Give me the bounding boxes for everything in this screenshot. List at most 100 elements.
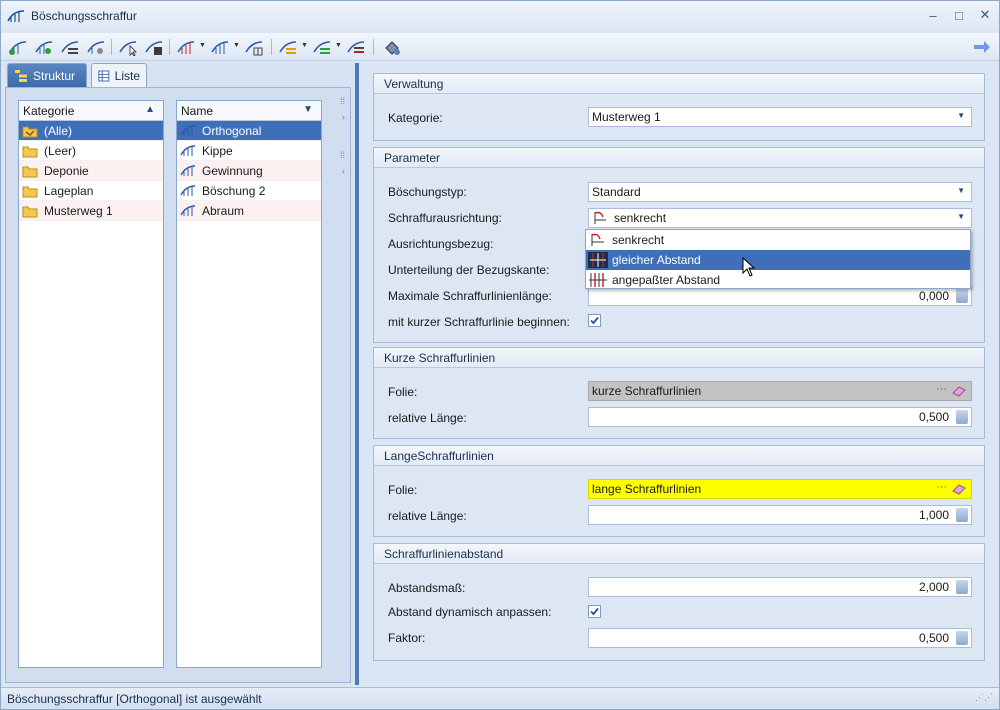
list-panel-body: Kategorie ▲ (Alle) (Leer) Deponie Lagepl… xyxy=(5,87,351,683)
arrow-right-icon[interactable] xyxy=(971,37,993,57)
group-lange-title: LangeSchraffurlinien xyxy=(374,446,984,466)
tab-liste[interactable]: Liste xyxy=(91,63,147,87)
group-abstand: Schraffurlinienabstand Abstandsmaß: 2,00… xyxy=(373,543,985,661)
lange-laenge-label: relative Länge: xyxy=(388,509,467,523)
calculator-icon[interactable] xyxy=(956,631,968,645)
chevron-down-icon[interactable]: ▼ xyxy=(957,111,965,120)
dropdown-arrow-icon[interactable]: ▼ xyxy=(301,42,308,49)
maxlaenge-value: 0,000 xyxy=(918,289,949,303)
kurze-laenge-label: relative Länge: xyxy=(388,411,467,425)
ausrichtung-dropdown-list[interactable]: senkrecht gleicher Abstand angepaßter Ab… xyxy=(585,229,971,289)
hatch-props-2-icon[interactable] xyxy=(311,37,333,57)
name-item-gewinnung[interactable]: Gewinnung xyxy=(177,161,321,181)
ellipsis-button[interactable]: ··· xyxy=(936,481,947,493)
splitter-grip-icon[interactable]: ⁞⁞ xyxy=(340,96,345,106)
close-button[interactable]: ✕ xyxy=(973,5,997,25)
new-hatch-alt-icon[interactable] xyxy=(33,37,55,57)
abstandsmass-value: 2,000 xyxy=(918,580,949,594)
ellipsis-button[interactable]: ··· xyxy=(936,383,947,395)
calculator-icon[interactable] xyxy=(956,410,968,424)
lange-laenge-input[interactable]: 1,000 xyxy=(588,505,972,525)
name-header[interactable]: Name ▼ xyxy=(177,101,321,121)
name-item-abraum[interactable]: Abraum xyxy=(177,201,321,221)
hatch-dropdown-icon[interactable] xyxy=(175,37,197,57)
toolbar-separator xyxy=(271,39,272,55)
dropdown-option-gleicher-abstand[interactable]: gleicher Abstand xyxy=(586,250,970,270)
expand-arrow-icon[interactable]: ‹ xyxy=(342,166,345,176)
boeschungstyp-select[interactable]: Standard ▼ xyxy=(588,182,972,202)
calculator-icon[interactable] xyxy=(956,580,968,594)
hand-folder-icon xyxy=(22,126,38,137)
kategorie-select[interactable]: Musterweg 1 ▼ xyxy=(588,107,972,127)
hatch-edit-icon[interactable] xyxy=(143,37,165,57)
left-panel: Struktur Liste Kategorie ▲ (Alle) (Leer) xyxy=(5,63,355,683)
perpendicular-hatch-icon xyxy=(594,211,606,224)
hatch-select-icon[interactable] xyxy=(117,37,139,57)
group-verwaltung: Verwaltung Kategorie: Musterweg 1 ▼ xyxy=(373,73,985,141)
dropdown-option-label: angepaßter Abstand xyxy=(612,273,721,287)
dynamisch-checkbox[interactable] xyxy=(588,605,601,618)
category-item-lageplan[interactable]: Lageplan xyxy=(19,181,163,201)
kurze-folie-field[interactable]: kurze Schraffurlinien ··· xyxy=(588,381,972,401)
minimize-button[interactable]: – xyxy=(921,5,945,25)
hatch-icon xyxy=(180,144,196,156)
paint-icon[interactable] xyxy=(381,37,403,57)
faktor-label: Faktor: xyxy=(388,631,426,645)
abstandsmass-input[interactable]: 2,000 xyxy=(588,577,972,597)
dropdown-option-angepasster-abstand[interactable]: angepaßter Abstand xyxy=(586,270,970,290)
hatch-settings-icon[interactable] xyxy=(345,37,367,57)
hatch-grid-icon[interactable] xyxy=(243,37,265,57)
category-item-alle[interactable]: (Alle) xyxy=(19,121,163,141)
tab-struktur[interactable]: Struktur xyxy=(7,63,87,87)
splitter-grip-icon[interactable]: ⁞⁞ xyxy=(340,150,345,160)
toolbar-separator xyxy=(373,39,374,55)
hatch-props-icon[interactable] xyxy=(277,37,299,57)
calculator-icon[interactable] xyxy=(956,289,968,303)
kurz-beginnen-checkbox[interactable] xyxy=(588,314,601,327)
name-item-orthogonal[interactable]: Orthogonal xyxy=(177,121,321,141)
tree-icon xyxy=(15,69,27,82)
hatch-list-icon[interactable] xyxy=(59,37,81,57)
calculator-icon[interactable] xyxy=(956,508,968,522)
group-kurze: Kurze Schraffurlinien Folie: kurze Schra… xyxy=(373,347,985,439)
hatch-dropdown-2-icon[interactable] xyxy=(209,37,231,57)
faktor-input[interactable]: 0,500 xyxy=(588,628,972,648)
eraser-icon[interactable] xyxy=(951,385,967,397)
category-item-leer[interactable]: (Leer) xyxy=(19,141,163,161)
chevron-down-icon[interactable]: ▼ xyxy=(957,186,965,195)
category-item-deponie[interactable]: Deponie xyxy=(19,161,163,181)
chevron-down-icon[interactable]: ▼ xyxy=(957,212,965,221)
main-window: Böschungsschraffur – □ ✕ ▼ ▼ ▼ ▼ Struktu… xyxy=(0,0,1000,710)
dropdown-arrow-icon[interactable]: ▼ xyxy=(335,42,342,49)
maximize-button[interactable]: □ xyxy=(947,5,971,25)
hatch-copy-icon[interactable] xyxy=(85,37,107,57)
name-item-kippe[interactable]: Kippe xyxy=(177,141,321,161)
category-list[interactable]: Kategorie ▲ (Alle) (Leer) Deponie Lagepl… xyxy=(18,100,164,668)
hatch-icon xyxy=(180,184,196,196)
ausrichtung-label: Schraffurausrichtung: xyxy=(388,211,502,225)
kurze-laenge-value: 0,500 xyxy=(918,410,949,424)
kurze-laenge-input[interactable]: 0,500 xyxy=(588,407,972,427)
dropdown-arrow-icon[interactable]: ▼ xyxy=(199,42,206,49)
name-list[interactable]: Name ▼ Orthogonal Kippe Gewinnung Böschu… xyxy=(176,100,322,668)
dropdown-arrow-icon[interactable]: ▼ xyxy=(233,42,240,49)
ausrichtung-select[interactable]: senkrecht ▼ xyxy=(588,208,972,228)
name-item-boeschung2[interactable]: Böschung 2 xyxy=(177,181,321,201)
category-item-musterweg[interactable]: Musterweg 1 xyxy=(19,201,163,221)
name-item-label: Kippe xyxy=(202,143,233,158)
collapse-arrow-icon[interactable]: › xyxy=(342,112,345,122)
dropdown-option-senkrecht[interactable]: senkrecht xyxy=(586,230,970,250)
tab-liste-label: Liste xyxy=(114,68,140,83)
kurze-folie-value: kurze Schraffurlinien xyxy=(592,384,702,398)
equal-spacing-hatch-icon xyxy=(588,252,608,268)
lange-folie-field[interactable]: lange Schraffurlinien ··· xyxy=(588,479,972,499)
eraser-icon[interactable] xyxy=(951,483,967,495)
category-header[interactable]: Kategorie ▲ xyxy=(19,101,163,121)
resize-grip-icon[interactable]: ⋰⋰ xyxy=(975,692,993,703)
vertical-splitter[interactable] xyxy=(355,63,359,685)
title-bar: Böschungsschraffur – □ ✕ xyxy=(1,1,999,31)
toolbar-separator xyxy=(111,39,112,55)
kategorie-value: Musterweg 1 xyxy=(592,110,661,124)
new-hatch-icon[interactable] xyxy=(7,37,29,57)
group-verwaltung-title: Verwaltung xyxy=(374,74,984,94)
